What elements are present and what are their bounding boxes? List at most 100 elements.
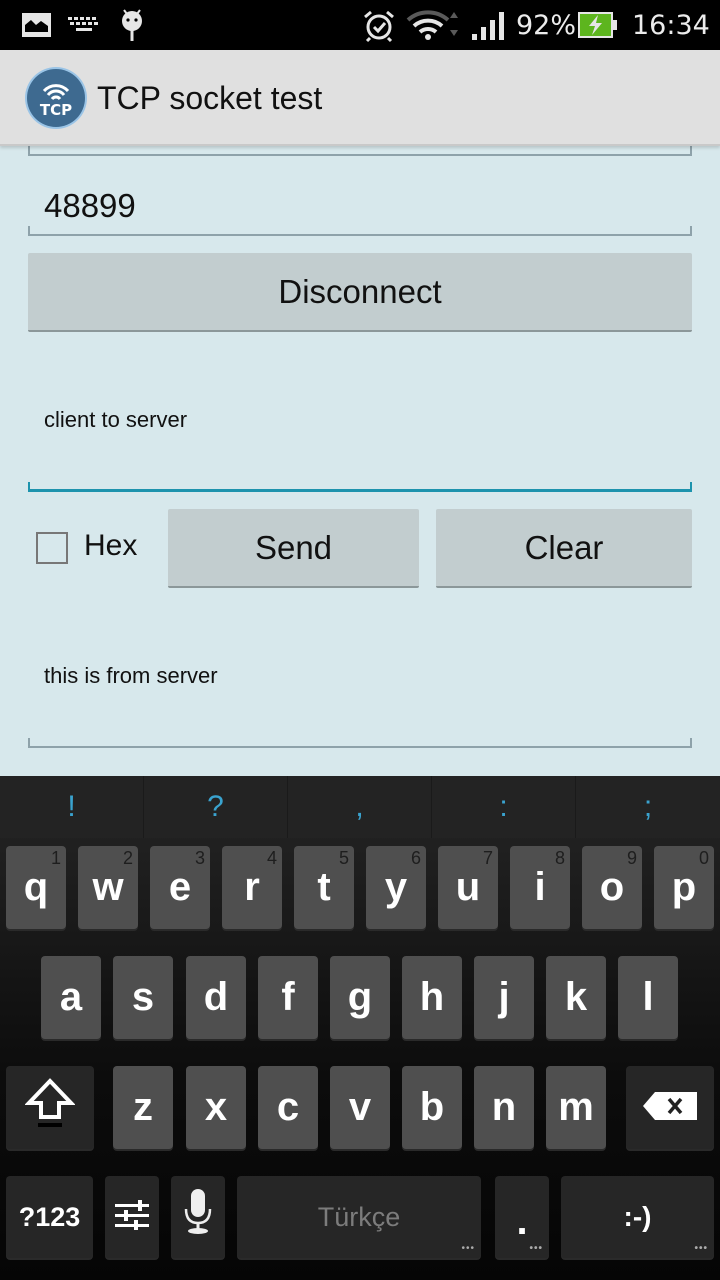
settings-sliders-icon xyxy=(115,1195,149,1240)
key-label: t xyxy=(317,865,331,909)
key-label: q xyxy=(23,865,49,909)
key-m[interactable]: m xyxy=(546,1066,606,1149)
key-w[interactable]: w2 xyxy=(78,846,138,929)
received-text-value: this is from server xyxy=(44,663,218,688)
key-hint: 0 xyxy=(698,848,709,868)
key-label: u xyxy=(455,865,481,909)
suggestion-semicolon[interactable]: ; xyxy=(576,776,720,838)
period-key-label: . xyxy=(516,1198,528,1243)
backspace-key[interactable] xyxy=(626,1066,714,1149)
key-hint: 5 xyxy=(338,848,349,868)
host-input-underline xyxy=(28,146,692,156)
key-c[interactable]: c xyxy=(258,1066,318,1149)
suggestion-colon[interactable]: : xyxy=(432,776,576,838)
keyboard-icon xyxy=(68,17,100,38)
key-hint: 7 xyxy=(482,848,493,868)
key-hint: 3 xyxy=(194,848,205,868)
suggestion-comma[interactable]: , xyxy=(288,776,432,838)
clock: 16:34 xyxy=(632,10,710,41)
key-v[interactable]: v xyxy=(330,1066,390,1149)
key-label: i xyxy=(534,865,546,909)
status-bar: 92% 16:34 xyxy=(0,0,720,50)
key-s[interactable]: s xyxy=(113,956,173,1039)
main-content: 48899 Disconnect client to server Hex Se… xyxy=(0,146,720,776)
key-p[interactable]: p0 xyxy=(654,846,714,929)
key-hint: 4 xyxy=(266,848,277,868)
more-options-indicator: ••• xyxy=(694,1243,708,1254)
space-key[interactable]: Türkçe ••• xyxy=(237,1176,481,1258)
key-i[interactable]: i8 xyxy=(510,846,570,929)
clear-button[interactable]: Clear xyxy=(436,509,692,588)
key-label: p xyxy=(671,865,697,909)
hex-label: Hex xyxy=(84,529,138,562)
battery-charging-icon xyxy=(578,12,618,43)
received-text-field[interactable]: this is from server xyxy=(28,642,692,742)
key-e[interactable]: e3 xyxy=(150,846,210,929)
key-label: y xyxy=(384,865,408,909)
clear-label: Clear xyxy=(524,528,604,566)
key-o[interactable]: o9 xyxy=(582,846,642,929)
emoji-key[interactable]: :-) ••• xyxy=(561,1176,714,1258)
signal-icon xyxy=(472,10,506,45)
suggestion-question[interactable]: ? xyxy=(144,776,288,838)
key-hint: 1 xyxy=(50,848,61,868)
key-n[interactable]: n xyxy=(474,1066,534,1149)
shift-key[interactable] xyxy=(6,1066,94,1149)
key-hint: 6 xyxy=(410,848,421,868)
android-debug-icon xyxy=(120,8,144,47)
send-message-input[interactable]: client to server xyxy=(28,386,692,486)
key-hint: 2 xyxy=(122,848,133,868)
emoji-key-label: :-) xyxy=(623,1201,652,1232)
key-f[interactable]: f xyxy=(258,956,318,1039)
key-u[interactable]: u7 xyxy=(438,846,498,929)
key-hint: 8 xyxy=(554,848,565,868)
alarm-icon xyxy=(362,9,396,48)
key-label: r xyxy=(244,865,260,909)
send-input-underline xyxy=(28,482,692,492)
app-title: TCP socket test xyxy=(97,80,323,116)
key-t[interactable]: t5 xyxy=(294,846,354,929)
key-hint: 9 xyxy=(626,848,637,868)
backspace-icon xyxy=(643,1085,697,1130)
key-r[interactable]: r4 xyxy=(222,846,282,929)
port-input-underline xyxy=(28,226,692,236)
app-logo-icon[interactable]: TCP xyxy=(27,69,85,127)
wifi-icon xyxy=(406,10,462,45)
key-b[interactable]: b xyxy=(402,1066,462,1149)
key-j[interactable]: j xyxy=(474,956,534,1039)
key-k[interactable]: k xyxy=(546,956,606,1039)
settings-key[interactable] xyxy=(105,1176,159,1258)
key-g[interactable]: g xyxy=(330,956,390,1039)
key-x[interactable]: x xyxy=(186,1066,246,1149)
microphone-icon xyxy=(184,1189,212,1245)
key-a[interactable]: a xyxy=(41,956,101,1039)
more-options-indicator: ••• xyxy=(529,1243,543,1254)
key-q[interactable]: q1 xyxy=(6,846,66,929)
hex-checkbox[interactable] xyxy=(36,532,68,564)
disconnect-button[interactable]: Disconnect xyxy=(28,253,692,332)
action-bar: TCP TCP socket test xyxy=(0,50,720,146)
battery-percent: 92% xyxy=(516,10,577,41)
send-message-value: client to server xyxy=(44,407,188,432)
suggestion-exclamation[interactable]: ! xyxy=(0,776,144,838)
space-key-label: Türkçe xyxy=(317,1201,401,1232)
symbols-key[interactable]: ?123 xyxy=(6,1176,93,1258)
received-field-underline xyxy=(28,738,692,748)
gallery-icon xyxy=(22,13,51,42)
key-h[interactable]: h xyxy=(402,956,462,1039)
send-button[interactable]: Send xyxy=(168,509,419,588)
period-key[interactable]: . ••• xyxy=(495,1176,549,1258)
send-label: Send xyxy=(254,528,333,566)
app-logo-text: TCP xyxy=(40,101,72,119)
voice-input-key[interactable] xyxy=(171,1176,225,1258)
disconnect-label: Disconnect xyxy=(278,272,442,310)
key-label: w xyxy=(92,865,124,909)
key-label: e xyxy=(168,865,192,909)
key-y[interactable]: y6 xyxy=(366,846,426,929)
soft-keyboard: ! ? , : ; q1 w2 e3 r4 t5 y6 u7 i8 o9 p0 … xyxy=(0,776,720,1280)
key-l[interactable]: l xyxy=(618,956,678,1039)
key-z[interactable]: z xyxy=(113,1066,173,1149)
suggestion-strip: ! ? , : ; xyxy=(0,776,720,838)
key-d[interactable]: d xyxy=(186,956,246,1039)
shift-icon xyxy=(24,1077,76,1139)
